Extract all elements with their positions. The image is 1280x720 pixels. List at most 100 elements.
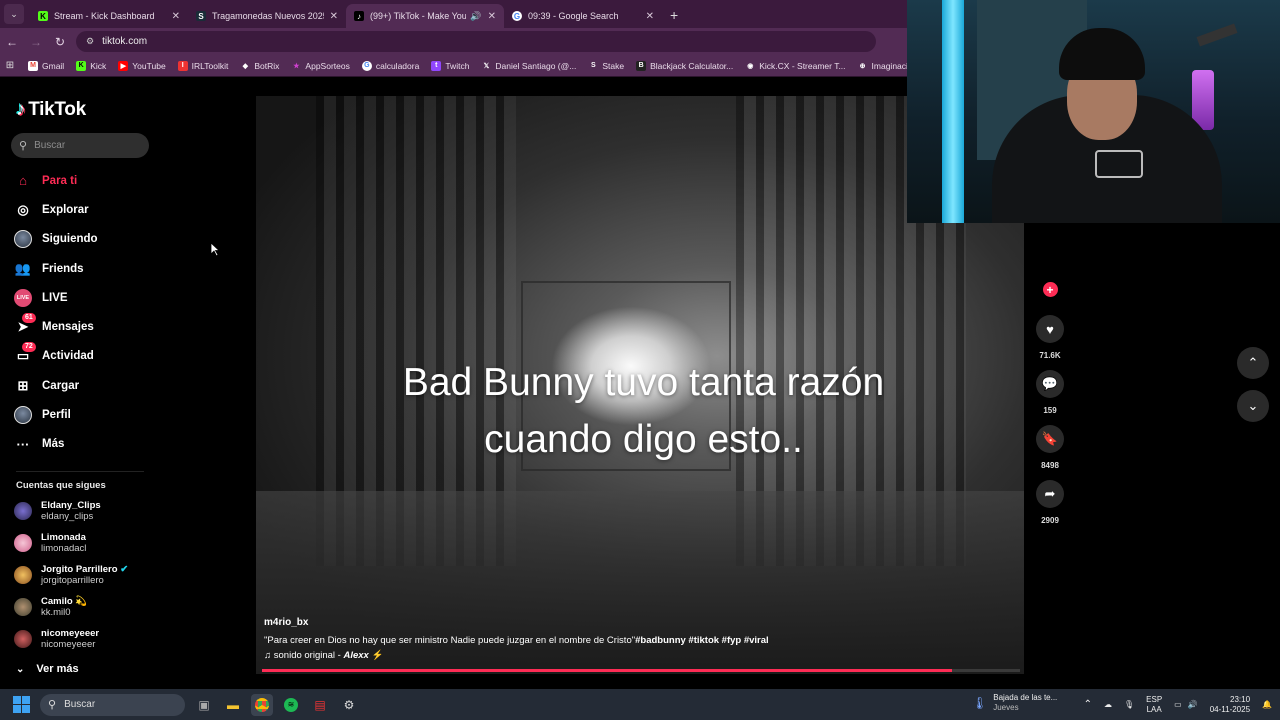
bookmark-youtube[interactable]: ▶ YouTube <box>118 60 166 71</box>
chevron-up-icon[interactable]: ⌃ <box>1084 699 1092 710</box>
chevron-down-icon: ⌄ <box>1247 398 1259 413</box>
botrix-icon: ◆ <box>242 62 249 70</box>
back-icon[interactable]: ← <box>0 35 24 49</box>
new-tab-icon[interactable]: + <box>670 7 678 23</box>
bookmark-kickcx[interactable]: ◉ Kick.CX - Streamer T... <box>745 61 845 71</box>
webcam-shirt-logo <box>1095 150 1143 178</box>
close-tab-icon[interactable]: ✕ <box>172 11 180 22</box>
spotify-icon[interactable]: ≋ <box>280 694 302 716</box>
menu-item-mas[interactable]: ··· Más <box>14 430 98 459</box>
video-actions: + ♥ 71.6K 💬 159 🔖 8498 ➦ 2909 <box>1032 280 1068 535</box>
weather-title: Bajada de las te... <box>993 693 1058 702</box>
file-explorer-icon[interactable]: ▬ <box>222 694 244 716</box>
next-video-button[interactable]: ⌄ <box>1237 390 1269 422</box>
account-handle: limonadacl <box>41 543 87 554</box>
menu-item-perfil[interactable]: Perfil <box>14 400 98 429</box>
bookmark-appsorteos[interactable]: ★ AppSorteos <box>291 61 350 71</box>
close-tab-icon[interactable]: ✕ <box>330 11 338 22</box>
video-author[interactable]: m4rio_bx <box>264 617 1024 628</box>
follow-plus-button[interactable]: + <box>1042 282 1058 297</box>
following-account[interactable]: Camilo 💫 kk.mil0 <box>14 596 87 618</box>
following-icon <box>14 230 32 249</box>
appsorteos-icon: ★ <box>293 62 300 70</box>
bookmark-twitch[interactable]: t Twitch <box>431 60 469 71</box>
share-button[interactable]: ➦ <box>1036 480 1064 508</box>
menu-item-cargar[interactable]: ⊞ Cargar <box>14 371 98 400</box>
bookmark-stake[interactable]: S Stake <box>588 61 624 71</box>
app-icon[interactable]: ⚙ <box>338 694 360 716</box>
see-more-button[interactable]: ⌄ Ver más <box>16 663 79 675</box>
network-icon[interactable]: ▭ <box>1174 700 1182 709</box>
bookmark-x[interactable]: 𝕏 Daniel Santiago (@... <box>481 61 577 71</box>
following-account[interactable]: nicomeyeeer nicomeyeeer <box>14 628 99 650</box>
search-input[interactable]: ⚲ Buscar <box>11 133 149 158</box>
chrome-icon[interactable] <box>251 693 273 716</box>
bookmark-botrix[interactable]: ◆ BotRix <box>240 61 280 71</box>
tab-kick-dashboard[interactable]: K Stream - Kick Dashboard ✕ <box>30 4 188 28</box>
menu-item-live[interactable]: LIVE LIVE <box>14 283 98 312</box>
tab-tragamonedas[interactable]: S Tragamonedas Nuevos 2025 - ✕ <box>188 4 346 28</box>
bookmark-blackjack[interactable]: B Blackjack Calculator... <box>636 60 733 71</box>
windows-start-icon[interactable] <box>10 694 32 716</box>
task-view-icon[interactable]: ▣ <box>193 694 215 716</box>
reload-icon[interactable]: ↻ <box>48 35 72 49</box>
video-info: m4rio_bx "Para creer en Dios no hay que … <box>264 617 1024 661</box>
comment-count: 159 <box>1043 406 1057 415</box>
share-arrow-icon: ➦ <box>1044 486 1056 501</box>
verified-icon: ✔ <box>120 564 129 575</box>
sidebar-divider <box>16 471 144 472</box>
sound-prefix: sonido original - <box>273 650 341 661</box>
menu-item-explorar[interactable]: ◎ Explorar <box>14 195 98 224</box>
menu-item-siguiendo[interactable]: Siguiendo <box>14 225 98 254</box>
account-name-text: Jorgito Parrillero <box>41 564 118 575</box>
onedrive-cloud-icon[interactable]: ☁ <box>1104 700 1112 709</box>
url-field[interactable]: ⚙ tiktok.com <box>76 31 876 52</box>
site-info-icon[interactable]: ⚙ <box>86 36 94 47</box>
taskbar-search[interactable]: ⚲ Buscar <box>40 693 185 716</box>
following-account[interactable]: Jorgito Parrillero ✔ jorgitoparrillero <box>14 564 128 586</box>
activity-badge: 72 <box>22 342 36 353</box>
menu-item-actividad[interactable]: ▭ 72 Actividad <box>14 342 98 371</box>
obs-notes-icon[interactable]: ▤ <box>309 694 331 716</box>
tiktok-logo[interactable]: ♪ TikTok <box>16 99 86 121</box>
clock[interactable]: 23:10 04-11-2025 <box>1210 695 1250 715</box>
forward-icon[interactable]: → <box>24 35 48 49</box>
tab-tiktok[interactable]: ♪ (99+) TikTok - Make Your D 🔊 ✕ <box>346 4 504 28</box>
like-button[interactable]: ♥ <box>1036 315 1064 343</box>
bookmark-calculadora[interactable]: Gcalculadora <box>361 60 419 71</box>
bookmark-gmail[interactable]: M Gmail <box>28 60 64 71</box>
following-account[interactable]: Eldany_Clips eldany_clips <box>14 500 101 522</box>
video-progress-bar[interactable] <box>262 669 1020 672</box>
menu-label: Cargar <box>42 379 80 392</box>
menu-item-mensajes[interactable]: ➤ 61 Mensajes <box>14 312 98 341</box>
weather-widget[interactable]: 🌡 Bajada de las te... Jueves <box>972 693 1057 713</box>
webcam-mic-arm <box>1196 23 1238 47</box>
hashtags[interactable]: #badbunny #tiktok #fyp #viral <box>635 635 769 646</box>
bookmark-kick[interactable]: K Kick <box>76 60 106 71</box>
search-icon: ⚲ <box>19 140 28 152</box>
save-button[interactable]: 🔖 <box>1036 425 1064 453</box>
music-note-icon: ♫ <box>264 650 272 661</box>
menu-item-friends[interactable]: 👥 Friends <box>14 254 98 283</box>
menu-label: Explorar <box>42 203 89 216</box>
volume-icon[interactable]: 🔊 <box>1188 700 1198 709</box>
previous-video-button[interactable]: ⌃ <box>1237 347 1269 379</box>
tab-search-icon[interactable]: ⌄ <box>4 4 24 24</box>
close-tab-icon[interactable]: ✕ <box>488 11 496 22</box>
speaker-icon[interactable]: 🔊 <box>470 11 481 22</box>
microphone-icon[interactable]: 🎙 <box>1124 700 1134 709</box>
comment-button[interactable]: 💬 <box>1036 370 1064 398</box>
video-sound[interactable]: ♫ sonido original - Alexx ⚡ <box>264 650 1024 661</box>
menu-item-para-ti[interactable]: ⌂ Para ti <box>14 166 98 195</box>
activity-icon: ▭ 72 <box>14 342 36 365</box>
apps-grid-icon[interactable]: ⊞ <box>0 60 20 71</box>
notifications-icon[interactable]: 🔔 <box>1262 700 1272 709</box>
bookmark-irltoolkit[interactable]: I IRLToolkit <box>177 60 228 71</box>
tab-title: (99+) TikTok - Make Your D <box>370 11 467 21</box>
language-indicator[interactable]: ESP LAA <box>1146 695 1162 715</box>
following-account[interactable]: Limonada limonadacl <box>14 532 86 554</box>
tab-google-search[interactable]: G 09:39 - Google Search ✕ <box>504 4 662 28</box>
google-icon: G <box>361 60 372 71</box>
bookmark-label: Stake <box>602 60 625 71</box>
close-tab-icon[interactable]: ✕ <box>646 11 654 22</box>
